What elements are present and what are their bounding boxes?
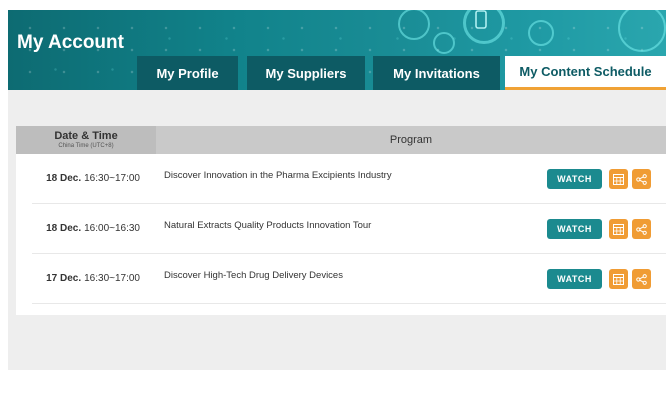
session-day: 18 Dec. [46,223,82,234]
table-row: 18 Dec. 16:30~17:00 Discover Innovation … [32,154,666,204]
tab-my-profile[interactable]: My Profile [137,56,238,90]
timezone-label: China Time (UTC+8) [58,143,114,149]
tab-my-invitations[interactable]: My Invitations [373,56,500,90]
session-title: Discover Innovation in the Pharma Excipi… [164,170,392,181]
session-time: 16:00~16:30 [84,223,140,234]
tab-label: My Invitations [393,65,480,81]
calendar-icon [613,173,624,185]
session-datetime: 18 Dec. 16:30~17:00 [32,154,140,203]
add-to-calendar-button[interactable] [609,269,628,289]
tab-label: My Profile [156,65,219,81]
share-icon [636,223,647,235]
add-to-calendar-button[interactable] [609,169,628,189]
share-button[interactable] [632,219,651,239]
add-to-calendar-button[interactable] [609,219,628,239]
share-button[interactable] [632,269,651,289]
decorative-circle-icon [433,32,455,54]
tab-label: My Content Schedule [519,64,652,79]
account-header: My Account My Profile My Suppliers My In… [8,10,666,90]
program-column-header: Program [389,134,433,146]
tab-label: My Suppliers [265,65,347,81]
decorative-circle-icon [528,20,554,46]
session-datetime: 18 Dec. 16:00~16:30 [32,204,140,253]
calendar-icon [613,223,624,235]
session-time: 16:30~17:00 [84,173,140,184]
page-title: My Account [17,32,124,53]
session-time: 16:30~17:00 [84,273,140,284]
session-title: Natural Extracts Quality Products Innova… [164,220,372,231]
table-row: 18 Dec. 16:00~16:30 Natural Extracts Qua… [32,204,666,254]
share-icon [636,173,647,185]
share-icon [636,273,647,285]
session-datetime: 17 Dec. 16:30~17:00 [32,254,140,303]
table-row: 17 Dec. 16:30~17:00 Discover High-Tech D… [32,254,666,304]
date-time-label: Date & Time [54,130,118,142]
calendar-icon [613,273,624,285]
session-day: 18 Dec. [46,173,82,184]
session-title: Discover High-Tech Drug Delivery Devices [164,270,343,281]
schedule-table-header: Date & Time China Time (UTC+8) Program [16,126,666,154]
watch-button[interactable]: WATCH [547,219,602,239]
page-footer-area [8,315,666,370]
watch-button[interactable]: WATCH [547,269,602,289]
watch-button[interactable]: WATCH [547,169,602,189]
date-time-column-header: Date & Time China Time (UTC+8) [16,126,156,154]
tab-my-content-schedule[interactable]: My Content Schedule [505,56,666,90]
session-day: 17 Dec. [46,273,82,284]
tab-my-suppliers[interactable]: My Suppliers [247,56,365,90]
share-button[interactable] [632,169,651,189]
